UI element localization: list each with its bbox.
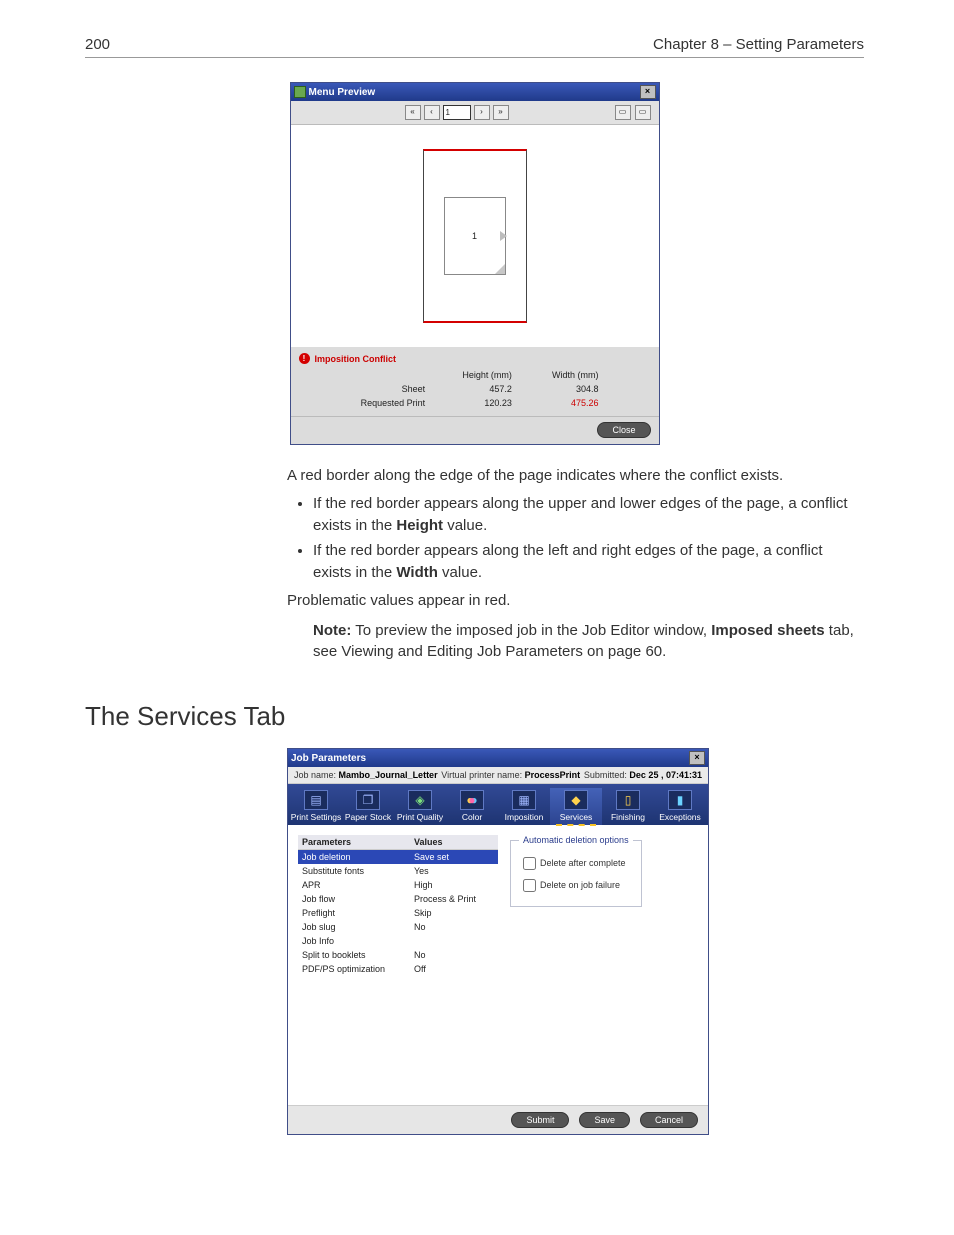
submit-button[interactable]: Submit [511,1112,569,1128]
preview-toolbar: « ‹ 1 › » ▭ ▭ [291,101,659,125]
warning-icon: ! [299,353,310,364]
paragraph: A red border along the edge of the page … [287,465,864,487]
options-panel: Automatic deletion options Delete after … [508,835,644,1045]
arrow-right-icon [500,231,507,241]
page-thumbnail: 1 [444,197,506,275]
checkbox-delete-complete[interactable]: Delete after complete [519,854,633,873]
chapter-title: Chapter 8 – Setting Parameters [653,36,864,53]
table-row[interactable]: PreflightSkip [298,906,498,920]
section-heading: The Services Tab [85,701,864,732]
col-height: Height (mm) [431,368,518,382]
tab-services[interactable]: Services [550,788,602,825]
parameters-table: Parameters Values Job deletionSave setSu… [298,835,498,1045]
list-item: If the red border appears along the left… [313,540,864,584]
checkbox-delete-failure[interactable]: Delete on job failure [519,876,633,895]
paper-stock-icon [356,790,380,810]
tab-print-settings[interactable]: Print Settings [290,788,342,825]
preview-canvas: 1 [291,125,659,347]
page-number-input[interactable]: 1 [443,105,471,120]
first-page-button[interactable]: « [405,105,421,120]
sheet-width: 304.8 [518,382,605,396]
col-parameters: Parameters [298,835,410,849]
note: Note: To preview the imposed job in the … [313,620,864,664]
table-row[interactable]: Job flowProcess & Print [298,892,498,906]
requested-height: 120.23 [431,396,518,410]
view-mode-b-button[interactable]: ▭ [635,105,651,120]
table-row[interactable]: APRHigh [298,878,498,892]
page-corner-icon [495,264,505,274]
table-row[interactable]: Job Info [298,934,498,948]
view-mode-a-button[interactable]: ▭ [615,105,631,120]
dialog-title: Menu Preview [309,87,376,98]
close-icon[interactable]: × [689,751,705,765]
measurement-table: Height (mm) Width (mm) Sheet 457.2 304.8… [345,368,605,410]
job-parameters-dialog: Job Parameters × Job name: Mambo_Journal… [287,748,709,1135]
tab-strip: Print Settings Paper Stock Print Quality… [288,784,708,825]
row-requested-label: Requested Print [345,396,432,410]
job-info-bar: Job name: Mambo_Journal_Letter Virtual p… [288,767,708,784]
list-item: If the red border appears along the uppe… [313,493,864,537]
conflict-warning: ! Imposition Conflict [291,347,659,366]
print-quality-icon [408,790,432,810]
prev-page-button[interactable]: ‹ [424,105,440,120]
last-page-button[interactable]: » [493,105,509,120]
imposition-icon [512,790,536,810]
color-icon [460,790,484,810]
dialog-title: Job Parameters [291,753,366,764]
paragraph: Problematic values appear in red. [287,590,864,612]
sheet-height: 457.2 [431,382,518,396]
table-row[interactable]: Substitute fontsYes [298,864,498,878]
requested-width: 475.26 [518,396,605,410]
page-number: 200 [85,36,110,53]
options-legend: Automatic deletion options [519,835,633,845]
tab-color[interactable]: Color [446,788,498,825]
tab-print-quality[interactable]: Print Quality [394,788,446,825]
next-page-button[interactable]: › [474,105,490,120]
page-label: 1 [472,231,477,241]
tab-imposition[interactable]: Imposition [498,788,550,825]
table-row[interactable]: PDF/PS optimizationOff [298,962,498,976]
cancel-button[interactable]: Cancel [640,1112,698,1128]
table-row[interactable]: Split to bookletsNo [298,948,498,962]
services-icon [564,790,588,810]
exceptions-icon [668,790,692,810]
close-button[interactable]: Close [597,422,650,438]
page-header: 200 Chapter 8 – Setting Parameters [85,36,864,58]
menu-preview-dialog: Menu Preview × « ‹ 1 › » ▭ ▭ 1 [290,82,660,445]
col-width: Width (mm) [518,368,605,382]
app-icon [294,86,306,98]
finishing-icon [616,790,640,810]
tab-exceptions[interactable]: Exceptions [654,788,706,825]
tab-paper-stock[interactable]: Paper Stock [342,788,394,825]
tab-finishing[interactable]: Finishing [602,788,654,825]
table-row[interactable]: Job deletionSave set [298,850,498,864]
conflict-label: Imposition Conflict [315,354,397,364]
table-row[interactable]: Job slugNo [298,920,498,934]
print-settings-icon [304,790,328,810]
titlebar: Menu Preview × [291,83,659,101]
titlebar: Job Parameters × [288,749,708,767]
row-sheet-label: Sheet [345,382,432,396]
sheet-outline: 1 [423,149,527,323]
save-button[interactable]: Save [579,1112,630,1128]
col-values: Values [410,835,498,849]
close-icon[interactable]: × [640,85,656,99]
